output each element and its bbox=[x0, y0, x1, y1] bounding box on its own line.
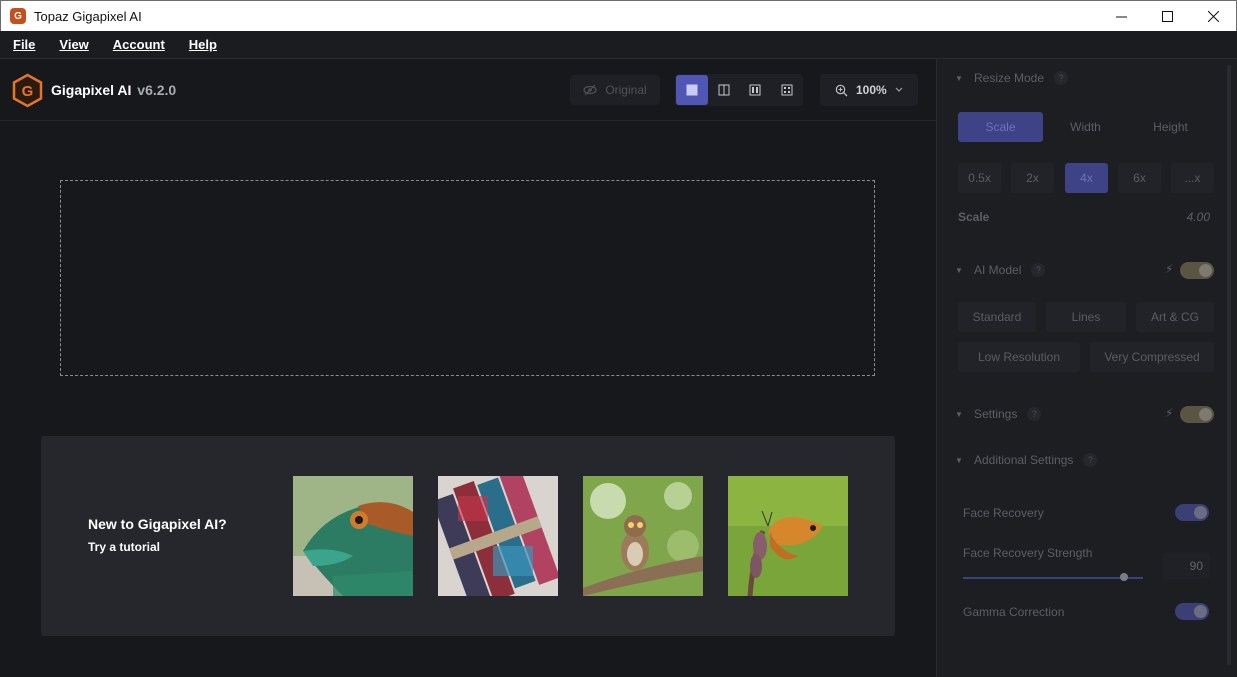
toggle-knob bbox=[1194, 605, 1207, 618]
side-by-side-icon bbox=[749, 84, 761, 96]
paint-brushes-image bbox=[438, 476, 558, 596]
face-recovery-strength-slider[interactable] bbox=[963, 577, 1143, 579]
tutorial-thumbnail-paint-brushes[interactable] bbox=[438, 476, 558, 596]
help-icon[interactable]: ? bbox=[1054, 71, 1069, 85]
tutorial-thumbnail-lizard[interactable] bbox=[293, 476, 413, 596]
maximize-button[interactable] bbox=[1144, 1, 1190, 31]
minimize-button[interactable] bbox=[1098, 1, 1144, 31]
minimize-icon bbox=[1115, 16, 1127, 17]
scale-value[interactable]: 4.00 bbox=[1170, 210, 1210, 224]
resize-mode-header[interactable]: ▼ Resize Mode ? bbox=[954, 71, 1069, 85]
chevron-down-icon: ▼ bbox=[955, 455, 963, 465]
menu-help[interactable]: Help bbox=[189, 37, 217, 52]
model-standard-button[interactable]: Standard bbox=[958, 302, 1036, 332]
lizard-image bbox=[293, 476, 413, 596]
butterfly-image bbox=[728, 476, 848, 596]
view-mode-group bbox=[675, 74, 803, 106]
model-art-cg-button[interactable]: Art & CG bbox=[1136, 302, 1214, 332]
scale-0.5x-button[interactable]: 0.5x bbox=[958, 163, 1001, 193]
zoom-icon bbox=[835, 84, 848, 96]
title-bar: G Topaz Gigapixel AI bbox=[0, 0, 1237, 31]
toggle-knob bbox=[1194, 506, 1207, 519]
menu-file[interactable]: File bbox=[13, 37, 35, 52]
zoom-control[interactable]: 100% bbox=[820, 74, 918, 106]
chevron-down-icon: ▼ bbox=[955, 409, 963, 419]
help-icon[interactable]: ? bbox=[1083, 453, 1098, 467]
original-toggle-button[interactable]: Original bbox=[570, 75, 660, 105]
tutorial-panel: New to Gigapixel AI? Try a tutorial bbox=[41, 436, 895, 636]
settings-title: Settings bbox=[974, 407, 1018, 421]
model-lines-button[interactable]: Lines bbox=[1046, 302, 1126, 332]
top-toolbar: G Gigapixel AI v6.2.0 Original 100% bbox=[0, 59, 936, 121]
tab-width[interactable]: Width bbox=[1043, 112, 1128, 142]
menu-account[interactable]: Account bbox=[113, 37, 165, 52]
resize-mode-tabs: Scale Width Height bbox=[958, 112, 1213, 142]
ai-model-title: AI Model bbox=[974, 263, 1022, 277]
view-single-button[interactable] bbox=[676, 75, 708, 105]
lightning-icon: ⚡ bbox=[1165, 406, 1174, 420]
tab-height[interactable]: Height bbox=[1128, 112, 1213, 142]
resize-mode-title: Resize Mode bbox=[974, 71, 1045, 85]
menu-view[interactable]: View bbox=[59, 37, 88, 52]
eye-off-icon bbox=[583, 84, 597, 96]
scale-label: Scale bbox=[958, 210, 990, 224]
scale-6x-button[interactable]: 6x bbox=[1118, 163, 1161, 193]
lightning-icon: ⚡ bbox=[1165, 262, 1174, 276]
tutorial-link[interactable]: Try a tutorial bbox=[88, 540, 160, 554]
face-recovery-label: Face Recovery bbox=[963, 506, 1044, 520]
ai-model-header[interactable]: ▼ AI Model ? bbox=[954, 263, 1046, 277]
window-controls bbox=[1098, 1, 1236, 31]
chevron-down-icon bbox=[895, 87, 903, 92]
window-title: Topaz Gigapixel AI bbox=[34, 8, 142, 24]
grid-view-icon bbox=[781, 84, 793, 96]
scale-4x-button[interactable]: 4x bbox=[1065, 163, 1108, 193]
tutorial-thumbnail-butterfly[interactable] bbox=[728, 476, 848, 596]
menu-bar: File View Account Help bbox=[0, 31, 1237, 59]
svg-text:G: G bbox=[22, 83, 34, 100]
model-low-resolution-button[interactable]: Low Resolution bbox=[958, 342, 1080, 372]
view-grid-button[interactable] bbox=[771, 75, 803, 105]
toggle-knob bbox=[1199, 264, 1212, 277]
owl-image bbox=[583, 476, 703, 596]
app-icon: G bbox=[10, 8, 26, 24]
maximize-icon bbox=[1161, 10, 1173, 22]
view-split-button[interactable] bbox=[708, 75, 740, 105]
ai-model-toggle[interactable] bbox=[1180, 262, 1214, 279]
close-button[interactable] bbox=[1190, 1, 1236, 31]
additional-settings-header[interactable]: ▼ Additional Settings ? bbox=[954, 453, 1098, 467]
workspace: G Gigapixel AI v6.2.0 Original 100% New … bbox=[0, 59, 936, 677]
settings-header[interactable]: ▼ Settings ? bbox=[954, 407, 1042, 421]
gigapixel-logo-icon: G bbox=[12, 73, 43, 108]
tutorial-title: New to Gigapixel AI? bbox=[88, 516, 227, 532]
close-icon bbox=[1207, 10, 1219, 22]
face-recovery-strength-label: Face Recovery Strength bbox=[963, 546, 1093, 560]
app-brand: Gigapixel AI v6.2.0 bbox=[51, 82, 176, 98]
model-very-compressed-button[interactable]: Very Compressed bbox=[1090, 342, 1214, 372]
view-side-by-side-button[interactable] bbox=[740, 75, 772, 105]
scale-2x-button[interactable]: 2x bbox=[1011, 163, 1054, 193]
gamma-correction-toggle[interactable] bbox=[1175, 603, 1209, 620]
split-view-icon bbox=[718, 84, 730, 96]
zoom-level: 100% bbox=[856, 83, 887, 97]
tutorial-thumbnail-owl[interactable] bbox=[583, 476, 703, 596]
toggle-knob bbox=[1199, 408, 1212, 421]
additional-settings-title: Additional Settings bbox=[974, 453, 1074, 467]
scale-custom-button[interactable]: ...x bbox=[1171, 163, 1214, 193]
original-label: Original bbox=[605, 83, 647, 97]
gamma-correction-label: Gamma Correction bbox=[963, 605, 1065, 619]
face-recovery-strength-input[interactable]: 90 bbox=[1162, 553, 1210, 579]
face-recovery-toggle[interactable] bbox=[1175, 504, 1209, 521]
help-icon[interactable]: ? bbox=[1027, 407, 1042, 421]
chevron-down-icon: ▼ bbox=[955, 73, 963, 83]
brand-version: v6.2.0 bbox=[137, 82, 177, 98]
single-view-icon bbox=[686, 84, 698, 96]
brand-name: Gigapixel AI bbox=[51, 82, 132, 98]
help-icon[interactable]: ? bbox=[1031, 263, 1046, 277]
chevron-down-icon: ▼ bbox=[955, 265, 963, 275]
slider-handle[interactable] bbox=[1120, 573, 1128, 581]
settings-toggle[interactable] bbox=[1180, 406, 1214, 423]
image-drop-zone[interactable] bbox=[60, 180, 875, 376]
tab-scale[interactable]: Scale bbox=[958, 112, 1043, 142]
panel-scrollbar[interactable] bbox=[1227, 65, 1231, 665]
